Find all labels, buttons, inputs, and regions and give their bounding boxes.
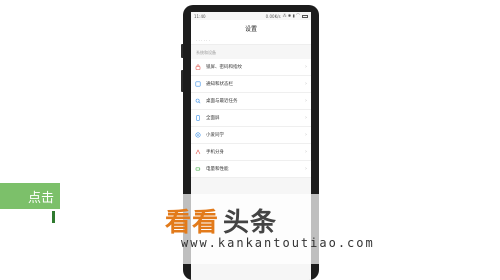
battery-icon — [195, 166, 201, 172]
settings-row-label: 桌面与最近任务 — [206, 99, 238, 104]
second-space-icon — [195, 149, 201, 155]
settings-row-label: 小爱同学 — [206, 133, 224, 138]
settings-row-label: 手机分身 — [206, 150, 224, 155]
settings-row[interactable]: 桌面与最近任务 › — [191, 93, 311, 110]
logo-text-dark: 头条 — [223, 208, 278, 238]
assistant-icon — [195, 132, 201, 138]
settings-row[interactable]: 小爱同学 › — [191, 127, 311, 144]
settings-row-label: 通知和状态栏 — [206, 82, 233, 87]
fullscreen-icon — [195, 115, 201, 121]
chevron-right-icon: › — [305, 64, 307, 70]
lock-icon — [195, 64, 201, 70]
chevron-right-icon: › — [305, 149, 307, 155]
settings-row[interactable]: 锁屏、密码和指纹 › — [191, 59, 311, 76]
settings-row[interactable]: 全面屏 › — [191, 110, 311, 127]
caption-text: 点击 — [28, 190, 55, 206]
logo-text-orange: 看看 — [165, 208, 220, 238]
chevron-right-icon: › — [305, 166, 307, 172]
section-label: 系统和设备 — [196, 50, 216, 55]
battery-icon — [302, 14, 308, 18]
status-indicators: ⁂ ✱ ▮ ⌒ — [282, 13, 300, 18]
page-title: 设置 — [244, 25, 257, 33]
status-bar: 11:40 0.00K/s ⁂ ✱ ▮ ⌒ — [191, 12, 311, 20]
search-strip[interactable]: · · · · · · — [191, 36, 311, 45]
caption-banner: 点击 — [0, 183, 60, 209]
chevron-right-icon: › — [305, 98, 307, 104]
settings-row-label: 锁屏、密码和指纹 — [206, 65, 242, 70]
notification-icon — [195, 81, 201, 87]
corner-watermark: 头条 @ — [466, 267, 490, 275]
chevron-right-icon: › — [305, 81, 307, 87]
watermark-band — [60, 194, 500, 264]
search-hint: · · · · · · — [196, 37, 210, 43]
settings-list: 锁屏、密码和指纹 › 通知和状态栏 › 桌面与最近任务 › 全面屏 › 小爱同学 › 手机分身 › 电量… — [191, 59, 311, 178]
watermark-url: www.kankantoutiao.com — [181, 236, 375, 250]
desktop-icon — [195, 98, 201, 104]
settings-row-label: 电量和性能 — [206, 167, 229, 172]
watermark-logo: 看看 头条 — [165, 202, 277, 239]
settings-row-label: 全面屏 — [206, 116, 220, 121]
caption-marker — [52, 211, 55, 223]
settings-row[interactable]: 手机分身 › — [191, 144, 311, 161]
page-title-bar: 设置 — [191, 20, 311, 36]
settings-row[interactable]: 通知和状态栏 › — [191, 76, 311, 93]
network-speed: 0.00K/s — [265, 13, 281, 19]
chevron-right-icon: › — [305, 132, 307, 138]
settings-row[interactable]: 电量和性能 › — [191, 161, 311, 178]
chevron-right-icon: › — [305, 115, 307, 121]
status-time: 11:40 — [194, 13, 206, 19]
